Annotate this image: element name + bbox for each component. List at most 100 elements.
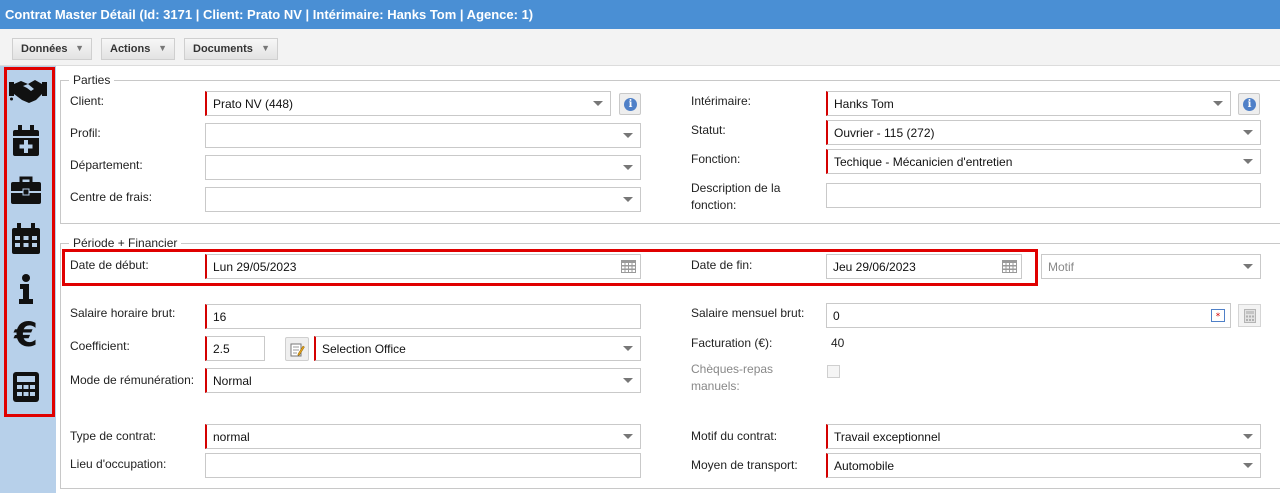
date-debut-label: Date de début: bbox=[70, 258, 149, 272]
date-fin-label: Date de fin: bbox=[691, 258, 753, 272]
moyen-transport-value: Automobile bbox=[834, 459, 895, 473]
lieu-occupation-label: Lieu d'occupation: bbox=[70, 457, 167, 471]
centre-frais-label: Centre de frais: bbox=[70, 190, 153, 204]
interimaire-value: Hanks Tom bbox=[834, 97, 894, 111]
profil-label: Profil: bbox=[70, 126, 101, 140]
parties-frame-left bbox=[60, 80, 61, 223]
info-icon: i bbox=[1243, 98, 1256, 111]
chevron-down-icon bbox=[1243, 264, 1253, 269]
menu-documents-label: Documents bbox=[193, 43, 253, 55]
cheques-repas-label-2: manuels: bbox=[691, 379, 740, 393]
salaire-mensuel-input[interactable]: 0 * bbox=[826, 303, 1231, 328]
periode-frame-bottom bbox=[60, 488, 1280, 489]
svg-text:*: * bbox=[1216, 312, 1221, 322]
statut-select[interactable]: Ouvrier - 115 (272) bbox=[826, 120, 1261, 145]
date-fin-input[interactable]: Jeu 29/06/2023 bbox=[826, 254, 1022, 279]
salaire-horaire-input[interactable]: 16 bbox=[205, 304, 641, 329]
motif-select[interactable]: Motif bbox=[1041, 254, 1261, 279]
parties-frame-bottom bbox=[60, 223, 1280, 224]
motif-contrat-select[interactable]: Travail exceptionnel bbox=[826, 424, 1261, 449]
handshake-icon[interactable] bbox=[9, 74, 47, 108]
date-debut-input[interactable]: Lun 29/05/2023 bbox=[205, 254, 641, 279]
chevron-down-icon bbox=[1243, 463, 1253, 468]
window-title: Contrat Master Détail (Id: 3171 | Client… bbox=[0, 0, 1280, 29]
cheques-repas-label-1: Chèques-repas bbox=[691, 362, 774, 376]
centre-frais-select[interactable] bbox=[205, 187, 641, 212]
motif-contrat-label: Motif du contrat: bbox=[691, 429, 778, 443]
info-icon[interactable] bbox=[9, 272, 43, 306]
chevron-down-icon bbox=[1243, 130, 1253, 135]
calculator-icon bbox=[1244, 309, 1256, 323]
motif-placeholder: Motif bbox=[1048, 260, 1075, 274]
salaire-horaire-value: 16 bbox=[213, 310, 227, 324]
statut-label: Statut: bbox=[691, 123, 726, 137]
chevron-down-icon bbox=[623, 197, 633, 202]
salaire-horaire-label: Salaire horaire brut: bbox=[70, 306, 176, 320]
menu-actions-label: Actions bbox=[110, 43, 151, 55]
calendar-plus-icon[interactable] bbox=[9, 124, 43, 158]
description-fonction-label-1: Description de la bbox=[691, 181, 781, 195]
client-value: Prato NV (448) bbox=[213, 97, 294, 111]
menu-documents-button[interactable]: Documents ▼ bbox=[184, 38, 278, 60]
description-fonction-input[interactable] bbox=[826, 183, 1261, 208]
coefficient-input[interactable]: 2.5 bbox=[205, 336, 265, 361]
moyen-transport-select[interactable]: Automobile bbox=[826, 453, 1261, 478]
calculator-icon[interactable] bbox=[9, 370, 43, 404]
coefficient-edit-button[interactable] bbox=[285, 337, 309, 361]
fonction-label: Fonction: bbox=[691, 152, 741, 166]
type-contrat-select[interactable]: normal bbox=[205, 424, 641, 449]
departement-select[interactable] bbox=[205, 155, 641, 180]
calendar-icon[interactable] bbox=[1002, 260, 1017, 273]
client-select[interactable]: Prato NV (448) bbox=[205, 91, 611, 116]
chevron-down-icon bbox=[623, 165, 633, 170]
chevron-down-icon bbox=[623, 378, 633, 383]
coefficient-label: Coefficient: bbox=[70, 339, 130, 353]
departement-label: Département: bbox=[70, 158, 143, 172]
calendar-icon[interactable] bbox=[9, 222, 43, 256]
profil-select[interactable] bbox=[205, 123, 641, 148]
interimaire-select[interactable]: Hanks Tom bbox=[826, 91, 1231, 116]
sidebar: € bbox=[0, 66, 56, 493]
salary-calculator-button[interactable] bbox=[1238, 304, 1261, 327]
date-fin-value: Jeu 29/06/2023 bbox=[833, 260, 916, 274]
chevron-down-icon: ▼ bbox=[75, 43, 84, 53]
info-icon: i bbox=[624, 98, 637, 111]
salary-card-icon[interactable]: * bbox=[1211, 309, 1225, 322]
periode-legend: Période + Financier bbox=[69, 236, 182, 250]
client-label: Client: bbox=[70, 94, 105, 108]
chevron-down-icon bbox=[623, 133, 633, 138]
cheques-repas-checkbox[interactable] bbox=[827, 365, 840, 378]
mode-remuneration-select[interactable]: Normal bbox=[205, 368, 641, 393]
chevron-down-icon bbox=[623, 346, 633, 351]
salaire-mensuel-label: Salaire mensuel brut: bbox=[691, 306, 805, 320]
euro-icon[interactable]: € bbox=[9, 318, 43, 352]
menu-actions-button[interactable]: Actions ▼ bbox=[101, 38, 175, 60]
menu-bar: Données ▼ Actions ▼ Documents ▼ bbox=[0, 29, 1280, 66]
briefcase-icon[interactable] bbox=[9, 174, 43, 208]
menu-donnees-button[interactable]: Données ▼ bbox=[12, 38, 92, 60]
fonction-value: Techique - Mécanicien d'entretien bbox=[834, 155, 1013, 169]
interimaire-label: Intérimaire: bbox=[691, 94, 752, 108]
chevron-down-icon bbox=[593, 101, 603, 106]
periode-frame-left bbox=[60, 243, 61, 488]
lieu-occupation-input[interactable] bbox=[205, 453, 641, 478]
calendar-icon[interactable] bbox=[621, 260, 636, 273]
statut-value: Ouvrier - 115 (272) bbox=[834, 126, 935, 140]
periode-frame-top bbox=[60, 243, 1280, 244]
edit-note-icon bbox=[290, 343, 305, 357]
moyen-transport-label: Moyen de transport: bbox=[691, 458, 798, 472]
type-contrat-label: Type de contrat: bbox=[70, 429, 157, 443]
coefficient-value: 2.5 bbox=[213, 342, 230, 356]
client-info-button[interactable]: i bbox=[619, 93, 641, 115]
selection-office-value: Selection Office bbox=[322, 342, 406, 356]
facturation-value: 40 bbox=[831, 336, 845, 350]
interimaire-info-button[interactable]: i bbox=[1238, 93, 1260, 115]
chevron-down-icon: ▼ bbox=[158, 43, 167, 53]
facturation-label: Facturation (€): bbox=[691, 336, 773, 350]
type-contrat-value: normal bbox=[213, 430, 250, 444]
salaire-mensuel-value: 0 bbox=[833, 309, 840, 323]
selection-office-select[interactable]: Selection Office bbox=[314, 336, 641, 361]
parties-frame-top bbox=[60, 80, 1280, 81]
fonction-select[interactable]: Techique - Mécanicien d'entretien bbox=[826, 149, 1261, 174]
parties-legend: Parties bbox=[69, 73, 115, 87]
